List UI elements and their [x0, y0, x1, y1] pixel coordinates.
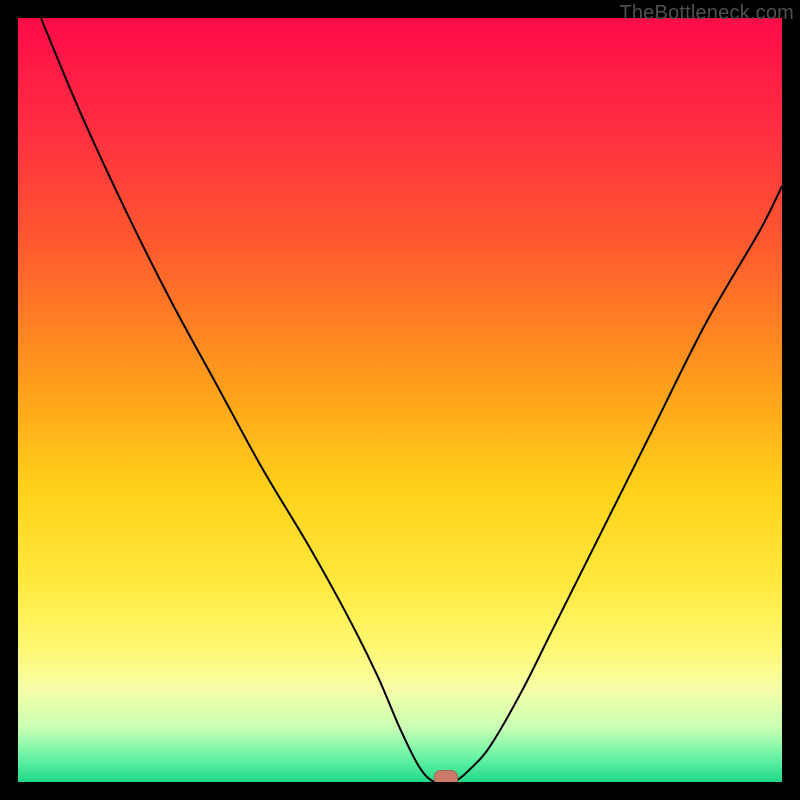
optimal-point-marker — [434, 770, 458, 782]
gradient-rect — [18, 18, 782, 782]
plot-area — [18, 18, 782, 782]
watermark-text: TheBottleneck.com — [619, 2, 794, 25]
heat-gradient-background — [18, 18, 782, 782]
chart-frame: TheBottleneck.com — [0, 0, 800, 800]
